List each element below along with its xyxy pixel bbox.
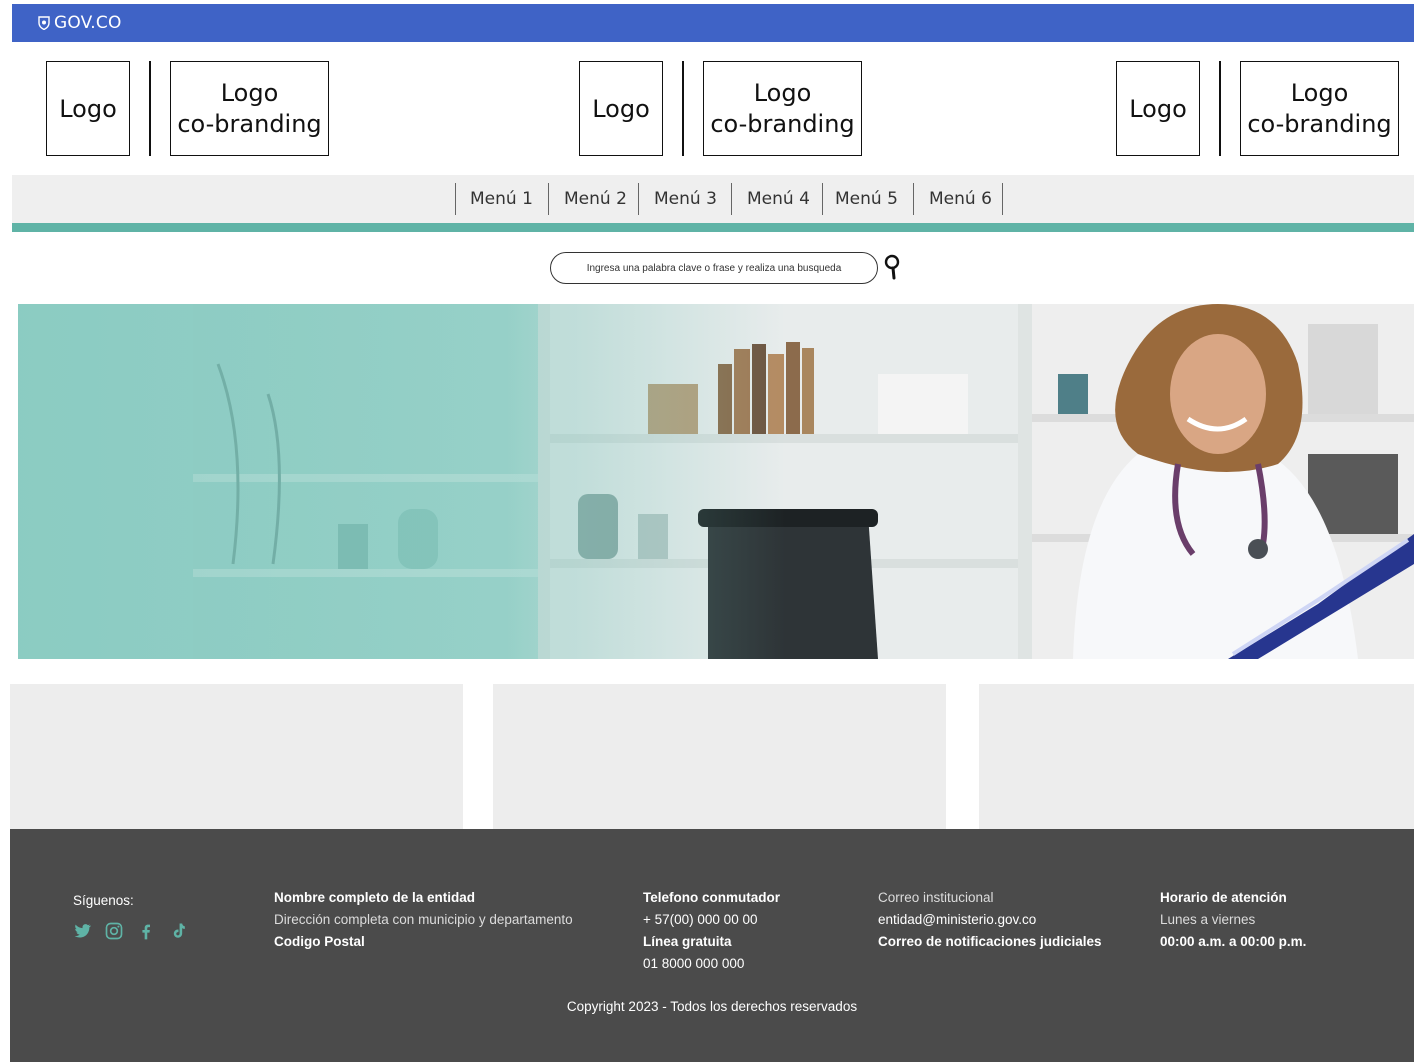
hours-time: 00:00 a.m. a 00:00 p.m. (1160, 934, 1307, 949)
logo-divider (682, 61, 684, 156)
hours-title: Horario de atención (1160, 890, 1287, 905)
menu-item-4[interactable]: Menú 4 (731, 183, 822, 215)
govco-topbar: GOV.CO (12, 4, 1414, 42)
twitter-icon[interactable] (72, 921, 92, 941)
phone-title: Telefono conmutador (643, 890, 780, 905)
menu-item-5[interactable]: Menú 5 (822, 183, 913, 215)
logo-divider (1219, 61, 1221, 156)
follow-label: Síguenos: (73, 893, 134, 908)
search-box (550, 252, 878, 284)
govco-logo[interactable]: GOV.CO (38, 13, 122, 33)
entity-logo[interactable]: Logo (46, 61, 130, 156)
content-card-2[interactable] (493, 684, 946, 829)
hours-days: Lunes a viernes (1160, 912, 1256, 927)
menu-list: Menú 1 Menú 2 Menú 3 Menú 4 Menú 5 Menú … (455, 183, 1003, 215)
govco-brand-text: GOV.CO (54, 13, 122, 33)
menu-item-1[interactable]: Menú 1 (455, 183, 548, 215)
entity-logo[interactable]: Logo (1116, 61, 1200, 156)
main-menu: Menú 1 Menú 2 Menú 3 Menú 4 Menú 5 Menú … (12, 175, 1414, 223)
cobranding-line2: co-branding (1247, 109, 1392, 138)
cobranding-line1: Logo (753, 78, 812, 107)
menu-divider (1002, 183, 1003, 215)
footer-entity: Nombre completo de la entidad Dirección … (274, 887, 573, 953)
logo-label: Logo (59, 94, 117, 123)
menu-accent-bar (12, 223, 1414, 232)
email-title: Correo institucional (878, 890, 994, 905)
phone-number[interactable]: + 57(00) 000 00 00 (643, 912, 757, 927)
freeline-number[interactable]: 01 8000 000 000 (643, 956, 744, 971)
cobranding-logo[interactable]: Logo co-branding (170, 61, 329, 156)
freeline-title: Línea gratuita (643, 934, 732, 949)
instagram-icon[interactable] (104, 921, 124, 941)
menu-item-2[interactable]: Menú 2 (548, 183, 638, 215)
footer-phone: Telefono conmutador + 57(00) 000 00 00 L… (643, 887, 780, 975)
footer-hours: Horario de atención Lunes a viernes 00:0… (1160, 887, 1306, 953)
content-card-3[interactable] (979, 684, 1414, 829)
cobranding-line2: co-branding (177, 109, 322, 138)
entity-address: Dirección completa con municipio y depar… (274, 912, 573, 927)
facebook-icon[interactable] (136, 921, 156, 941)
cobranding-line2: co-branding (710, 109, 855, 138)
email-address[interactable]: entidad@ministerio.gov.co (878, 912, 1036, 927)
menu-item-3[interactable]: Menú 3 (638, 183, 731, 215)
cobranding-line1: Logo (220, 78, 279, 107)
tiktok-icon[interactable] (168, 921, 188, 941)
shield-icon (38, 16, 50, 30)
search-input[interactable] (562, 261, 866, 275)
logo-divider (149, 61, 151, 156)
entity-postal: Codigo Postal (274, 934, 365, 949)
cobranding-logo[interactable]: Logo co-branding (703, 61, 862, 156)
hero-doctor-image (18, 304, 1414, 659)
logo-label: Logo (1129, 94, 1187, 123)
content-card-1[interactable] (10, 684, 463, 829)
cobranding-line1: Logo (1290, 78, 1349, 107)
social-links (72, 921, 188, 941)
copyright-text: Copyright 2023 - Todos los derechos rese… (566, 999, 858, 1014)
logo-label: Logo (592, 94, 650, 123)
entity-name: Nombre completo de la entidad (274, 890, 476, 905)
menu-item-6[interactable]: Menú 6 (913, 183, 1002, 215)
hero-banner (18, 304, 1414, 659)
entity-logo[interactable]: Logo (579, 61, 663, 156)
judicial-email-label[interactable]: Correo de notificaciones judiciales (878, 934, 1102, 949)
footer-email: Correo institucional entidad@ministerio.… (878, 887, 1102, 953)
search-icon[interactable] (882, 254, 904, 280)
cobranding-logo[interactable]: Logo co-branding (1240, 61, 1399, 156)
site-footer: Síguenos: Nombre completo de la entidad … (10, 829, 1414, 1062)
